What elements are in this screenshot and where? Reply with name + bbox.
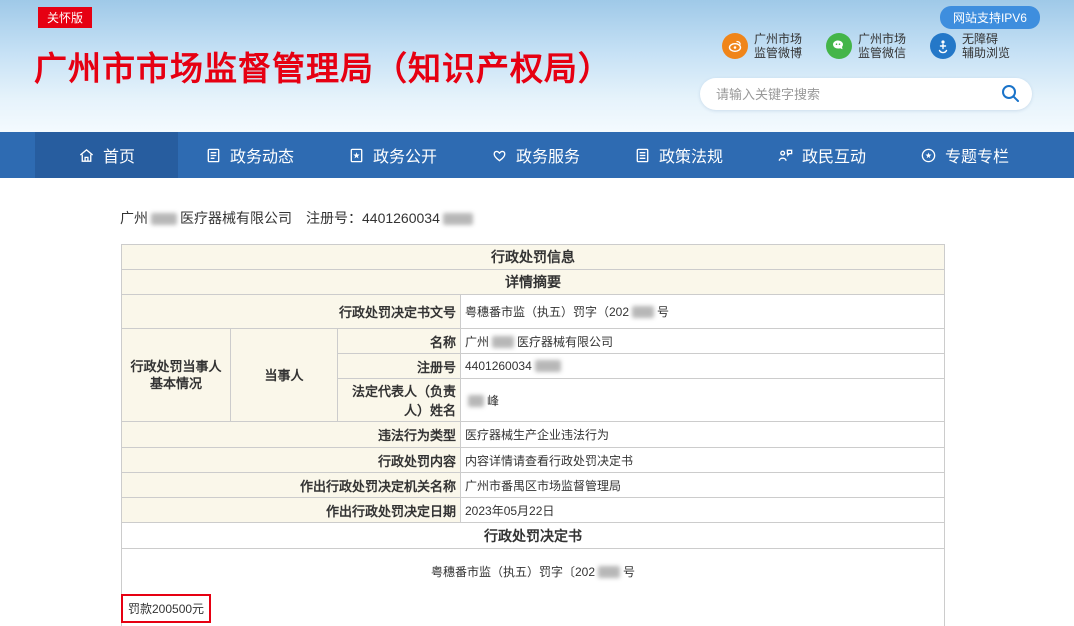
site-title: 广州市市场监督管理局（知识产权局） [34, 42, 612, 90]
search-input[interactable] [716, 87, 1000, 102]
redacted-blur [468, 395, 484, 407]
party-label: 当事人 [231, 329, 338, 422]
nav-label: 政民互动 [802, 143, 866, 167]
weibo-label-line1: 广州市场 [754, 32, 802, 46]
company-summary-line: 广州 医疗器械有限公司注册号：4401260034 [120, 208, 1074, 228]
accessibility-icon [930, 33, 956, 59]
authority-label: 作出行政处罚决定机关名称 [122, 473, 461, 498]
service-icon [491, 147, 508, 164]
nav-item-home[interactable]: 首页 [35, 132, 178, 178]
weibo-link[interactable]: 广州市场 监管微博 [722, 32, 802, 60]
nav-label: 专题专栏 [945, 143, 1009, 167]
topics-icon [920, 147, 937, 164]
redacted-blur [151, 213, 177, 225]
accessibility-label-line1: 无障碍 [962, 32, 1010, 46]
name-value: 广州医疗器械有限公司 [461, 329, 945, 354]
weibo-icon [722, 33, 748, 59]
home-icon [78, 147, 95, 164]
interaction-icon [777, 147, 794, 164]
search-box [700, 78, 1032, 110]
accessibility-label-line2: 辅助浏览 [962, 46, 1010, 60]
table-subtitle: 详情摘要 [122, 270, 945, 295]
header-quick-links: 广州市场 监管微博 广州市场 监管微信 无障碍 辅助浏览 [722, 32, 1010, 60]
nav-label: 政策法规 [659, 143, 723, 167]
authority-value: 广州市番禺区市场监督管理局 [461, 473, 945, 498]
site-header: 关怀版 网站支持IPV6 广州市市场监督管理局（知识产权局） 广州市场 监管微博… [0, 0, 1074, 132]
nav-item-topics[interactable]: 专题专栏 [893, 132, 1036, 178]
reg-label: 注册号 [338, 354, 461, 379]
disclosure-icon [348, 147, 365, 164]
legal-rep-label: 法定代表人（负责人）姓名 [338, 379, 461, 422]
nav-label: 首页 [103, 143, 135, 167]
wechat-label-line1: 广州市场 [858, 32, 906, 46]
ipv6-badge: 网站支持IPV6 [940, 6, 1040, 29]
care-mode-badge[interactable]: 关怀版 [38, 7, 92, 28]
nav-item-services[interactable]: 政务服务 [464, 132, 607, 178]
news-icon [205, 147, 222, 164]
party-group-label: 行政处罚当事人基本情况 [122, 329, 231, 422]
redacted-blur [443, 213, 473, 225]
decision-date-value: 2023年05月22日 [461, 498, 945, 523]
wechat-link[interactable]: 广州市场 监管微信 [826, 32, 906, 60]
search-icon [1000, 83, 1020, 106]
search-button[interactable] [1000, 83, 1020, 106]
reg-value: 4401260034 [461, 354, 945, 379]
main-nav: 首页 政务动态 政务公开 政务服务 政策法规 政民互动 专题专栏 [0, 132, 1074, 178]
decision-doc-body: 粤穗番市监（执五）罚字〔202号 罚款200500元 [122, 549, 945, 626]
penalty-content-value: 内容详情请查看行政处罚决定书 [461, 448, 945, 473]
accessibility-link[interactable]: 无障碍 辅助浏览 [930, 32, 1010, 60]
company-name-prefix: 广州 [120, 210, 148, 226]
redacted-blur [632, 306, 654, 318]
redacted-blur [492, 336, 514, 348]
nav-label: 政务公开 [373, 143, 437, 167]
penalty-content-label: 行政处罚内容 [122, 448, 461, 473]
penalty-info-table: 行政处罚信息 详情摘要 行政处罚决定书文号 粤穗番市监（执五）罚字（202号 行… [121, 244, 945, 626]
redacted-blur [598, 566, 620, 578]
legal-rep-value: 峰 [461, 379, 945, 422]
table-title: 行政处罚信息 [122, 245, 945, 270]
nav-label: 政务服务 [516, 143, 580, 167]
nav-label: 政务动态 [230, 143, 294, 167]
violation-type-label: 违法行为类型 [122, 422, 461, 448]
nav-item-interaction[interactable]: 政民互动 [750, 132, 893, 178]
weibo-label-line2: 监管微博 [754, 46, 802, 60]
fine-amount-text: 罚款200500元 [128, 602, 204, 616]
law-icon [634, 147, 651, 164]
redacted-blur [535, 360, 561, 372]
company-name-suffix: 医疗器械有限公司 [180, 210, 292, 226]
decision-doc-title: 行政处罚决定书 [122, 523, 945, 549]
violation-type-value: 医疗器械生产企业违法行为 [461, 422, 945, 448]
regno-value: 4401260034 [362, 210, 440, 226]
decision-date-label: 作出行政处罚决定日期 [122, 498, 461, 523]
wechat-icon [826, 33, 852, 59]
fine-amount-highlight: 罚款200500元 [121, 594, 211, 623]
nav-item-laws[interactable]: 政策法规 [607, 132, 750, 178]
nav-item-disclosure[interactable]: 政务公开 [321, 132, 464, 178]
name-label: 名称 [338, 329, 461, 354]
doc-no-value: 粤穗番市监（执五）罚字（202号 [461, 295, 945, 329]
nav-item-news[interactable]: 政务动态 [178, 132, 321, 178]
wechat-label-line2: 监管微信 [858, 46, 906, 60]
decision-doc-number: 粤穗番市监（执五）罚字〔202号 [126, 563, 940, 580]
regno-label: 注册号： [306, 210, 362, 226]
doc-no-label: 行政处罚决定书文号 [122, 295, 461, 329]
